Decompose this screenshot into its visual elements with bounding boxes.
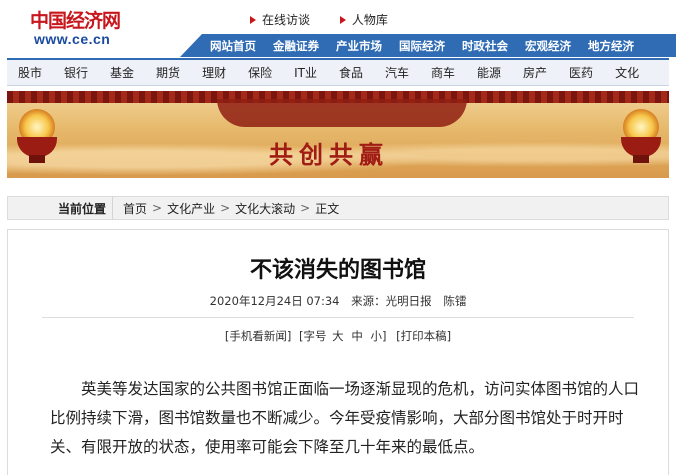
- top-link-people[interactable]: 人物库: [339, 11, 388, 28]
- banner-ornament: [217, 99, 467, 127]
- top-link-label: 在线访谈: [262, 13, 311, 27]
- breadcrumb-label: 当前位置: [58, 201, 107, 216]
- category-stocks[interactable]: 股市: [18, 64, 42, 81]
- nav-industry[interactable]: 产业市场: [336, 38, 382, 54]
- breadcrumb-current: 正文: [315, 201, 340, 216]
- category-insurance[interactable]: 保险: [248, 64, 272, 81]
- article: 不该消失的图书馆 2020年12月24日 07:34 来源：光明日报 陈镭 [手…: [7, 229, 669, 475]
- article-tools: [手机看新闻] [字号 大 中 小] [打印本稿]: [8, 328, 668, 344]
- breadcrumb-separator: >: [300, 201, 311, 215]
- font-size-medium-button[interactable]: 中: [351, 329, 363, 343]
- nav-home[interactable]: 网站首页: [210, 38, 256, 54]
- triangle-bullet-icon: [250, 16, 256, 24]
- ad-banner[interactable]: 共创共赢: [7, 91, 669, 178]
- logo-url: www.ce.cn: [34, 31, 111, 47]
- category-culture[interactable]: 文化: [615, 64, 639, 81]
- main-nav-bar: 网站首页 金融证券 产业市场 国际经济 时政社会 宏观经济 地方经济: [202, 34, 676, 57]
- breadcrumb-home[interactable]: 首页: [123, 200, 147, 217]
- top-links: 在线访谈 人物库: [250, 11, 414, 28]
- site-logo[interactable]: 中国经济网 www.ce.cn: [30, 6, 150, 50]
- category-futures[interactable]: 期货: [156, 64, 180, 81]
- font-size-large-button[interactable]: 大: [332, 329, 344, 343]
- category-funds[interactable]: 基金: [110, 64, 134, 81]
- banner-slogan: 共创共赢: [269, 140, 389, 169]
- font-size-label: [字号: [299, 329, 327, 343]
- category-commercial-vehicles[interactable]: 商车: [431, 64, 455, 81]
- article-title: 不该消失的图书馆: [249, 258, 426, 283]
- triangle-bullet-icon: [339, 16, 346, 24]
- category-pharma[interactable]: 医药: [569, 64, 593, 81]
- article-meta: 2020年12月24日 07:34 来源：光明日报 陈镭: [8, 293, 668, 309]
- nav-slant-decoration: [180, 34, 202, 57]
- breadcrumb-separator: >: [220, 201, 231, 215]
- main-nav: 网站首页 金融证券 产业市场 国际经济 时政社会 宏观经济 地方经济: [180, 34, 676, 57]
- nav-local[interactable]: 地方经济: [588, 38, 634, 54]
- mobile-news-link[interactable]: [手机看新闻]: [225, 329, 291, 343]
- breadcrumb-culture-feed[interactable]: 文化大滚动: [235, 200, 295, 217]
- category-property[interactable]: 房产: [523, 64, 547, 81]
- breadcrumb-separator: >: [152, 201, 163, 215]
- nav-macro[interactable]: 宏观经济: [525, 38, 571, 54]
- lantern-icon: [619, 101, 663, 163]
- category-banks[interactable]: 银行: [64, 64, 88, 81]
- nav-politics[interactable]: 时政社会: [462, 38, 508, 54]
- top-link-interview[interactable]: 在线访谈: [250, 11, 310, 28]
- nav-finance[interactable]: 金融证券: [273, 38, 319, 54]
- article-divider: [42, 317, 634, 318]
- print-link[interactable]: [打印本稿]: [396, 329, 451, 343]
- logo-text: 中国经济网: [30, 10, 121, 32]
- site-header: 中国经济网 www.ce.cn 在线访谈 人物库 网站首页 金融证券 产业市场 …: [0, 0, 676, 57]
- breadcrumb: 当前位置 首页 > 文化产业 > 文化大滚动 > 正文: [7, 196, 669, 220]
- article-paragraph: 英美等发达国家的公共图书馆正面临一场逐渐显现的危机，访问实体图书馆的人口比例持续…: [50, 380, 640, 456]
- breadcrumb-divider: [112, 196, 113, 220]
- breadcrumb-culture-industry[interactable]: 文化产业: [167, 200, 215, 217]
- nav-international[interactable]: 国际经济: [399, 38, 445, 54]
- category-energy[interactable]: 能源: [477, 64, 501, 81]
- article-author: 陈镭: [443, 294, 467, 308]
- top-link-label: 人物库: [351, 13, 388, 27]
- font-size-small-button[interactable]: 小]: [370, 329, 386, 343]
- article-source: 来源：光明日报: [351, 294, 432, 308]
- category-it[interactable]: IT业: [294, 64, 317, 81]
- category-wealth[interactable]: 理财: [202, 64, 226, 81]
- category-bar: 股市 银行 基金 期货 理财 保险 IT业 食品 汽车 商车 能源 房产 医药 …: [7, 58, 669, 86]
- article-date: 2020年12月24日 07:34: [209, 294, 340, 308]
- lantern-icon: [15, 101, 59, 163]
- category-auto[interactable]: 汽车: [385, 64, 409, 81]
- category-food[interactable]: 食品: [339, 64, 363, 81]
